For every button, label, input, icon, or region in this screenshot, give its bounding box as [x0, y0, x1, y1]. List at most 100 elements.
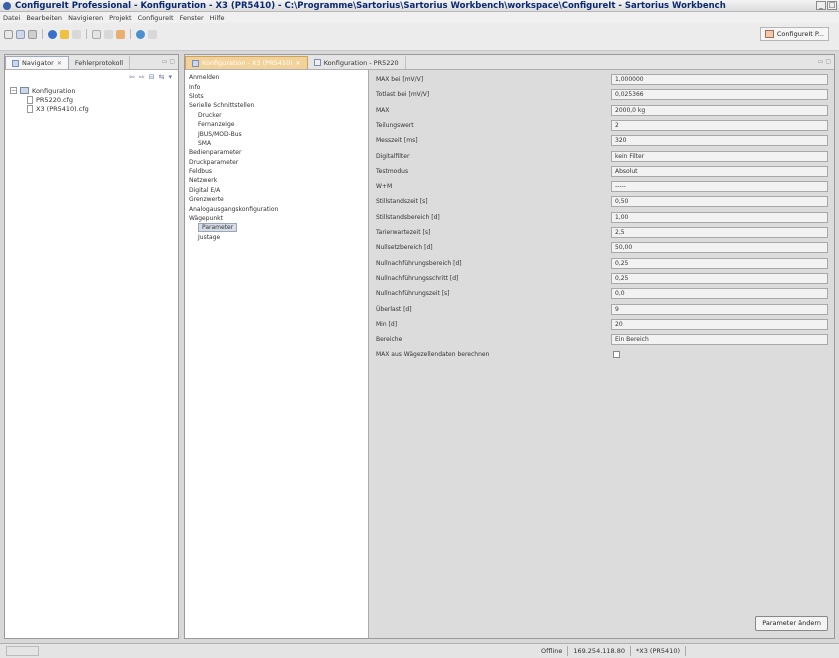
parameter-value-field[interactable]: 50,00: [611, 242, 828, 254]
outline-item[interactable]: Fernanzeige: [189, 120, 278, 129]
outline-item[interactable]: Grenzwerte: [189, 195, 278, 204]
link-editor-icon[interactable]: ⇆: [159, 73, 165, 81]
tab-fehlerprotokoll[interactable]: Fehlerprotokoll: [69, 56, 131, 69]
parameter-row: Überlast [d] 9: [376, 303, 828, 316]
file-icon: [27, 95, 33, 104]
outline-item[interactable]: Info: [189, 82, 278, 91]
paste-icon[interactable]: [116, 29, 125, 39]
perspective-switcher[interactable]: ConfigureIt P...: [759, 27, 829, 41]
outline-item[interactable]: SMA: [189, 139, 278, 148]
parameter-value-field[interactable]: Ein Bereich: [611, 334, 828, 346]
parameter-value-field[interactable]: 9: [611, 303, 828, 315]
outline-item[interactable]: Druckparameter: [189, 158, 278, 167]
parameter-label: Totlast bei [mV/V]: [376, 91, 430, 99]
menu-fenster[interactable]: Fenster: [180, 14, 204, 22]
outline-item[interactable]: Wägepunkt: [189, 214, 278, 223]
download-icon[interactable]: [72, 29, 81, 39]
parameter-value-field[interactable]: 0,025366: [611, 89, 828, 101]
collapse-all-icon[interactable]: ⊟: [149, 73, 155, 81]
menu-bar: Datei Bearbeiten Navigieren Projekt Conf…: [0, 12, 839, 23]
menu-projekt[interactable]: Projekt: [109, 14, 131, 22]
parameter-row: Messzeit [ms] 320: [376, 135, 828, 147]
parameter-value-field[interactable]: -----: [611, 181, 828, 193]
window-title: ConfigureIt Professional - Konfiguration…: [15, 0, 726, 11]
parameter-label: Nullnachführungszeit [s]: [376, 290, 450, 298]
parameter-value-field[interactable]: 320: [611, 135, 828, 147]
back-icon[interactable]: [148, 29, 157, 39]
parameter-row: Nullnachführungszeit [s] 0,0: [376, 288, 828, 300]
outline-item[interactable]: Feldbus: [189, 167, 278, 176]
editor-pane: Konfiguration - X3 (PR5410) ✕ Konfigurat…: [184, 54, 835, 639]
tree-root[interactable]: − Konfiguration: [10, 86, 89, 95]
parameter-value-field[interactable]: 2,5: [611, 227, 828, 238]
new-icon[interactable]: [4, 29, 13, 39]
tree-item-pr5220[interactable]: PR5220.cfg: [10, 95, 89, 104]
print-icon[interactable]: [28, 29, 37, 39]
parameter-value-field[interactable]: Absolut: [611, 165, 828, 177]
outline-item[interactable]: Analogausgangskonfiguration: [189, 204, 278, 213]
parameter-value-field[interactable]: 0,25: [611, 257, 828, 269]
forward-arrow-icon[interactable]: ⇨: [139, 73, 145, 81]
outline-item[interactable]: Anmelden: [189, 73, 278, 82]
copy-icon[interactable]: [92, 29, 101, 39]
parameter-value-field[interactable]: kein Filter: [611, 150, 828, 162]
parameter-label: Bereiche: [376, 336, 403, 344]
parameter-value-field[interactable]: 0,50: [611, 196, 828, 208]
outline-item[interactable]: Netzwerk: [189, 176, 278, 185]
expand-icon[interactable]: −: [10, 87, 17, 94]
parameter-value-field[interactable]: 1,00: [611, 211, 828, 223]
cut-icon[interactable]: [104, 29, 113, 39]
close-icon[interactable]: ✕: [296, 60, 301, 67]
outline-item[interactable]: Serielle Schnittstellen: [189, 101, 278, 110]
maximize-button[interactable]: □: [827, 1, 837, 10]
parameter-row: Testmodus Absolut: [376, 165, 828, 178]
parameter-value-field[interactable]: 20: [611, 318, 828, 330]
view-minmax-icon[interactable]: ▭ ▢: [162, 58, 175, 65]
parameter-value-field[interactable]: 0,25: [611, 272, 828, 284]
parameter-row: Nullnachführungsbereich [d] 0,25: [376, 257, 828, 270]
outline-item[interactable]: Parameter: [189, 223, 278, 233]
parameter-label: Nullsetzbereich [d]: [376, 244, 433, 252]
parameter-row: MAX aus Wägezellendaten berechnen: [376, 349, 828, 361]
tab-navigator[interactable]: Navigator ✕: [5, 56, 69, 69]
outline-item[interactable]: Drucker: [189, 111, 278, 120]
parameter-label: MAX bei [mV/V]: [376, 76, 424, 83]
outline-item[interactable]: Justage: [189, 233, 278, 242]
parameter-value-field[interactable]: 1,000000: [611, 74, 828, 85]
parameter-panel: MAX bei [mV/V] 1,000000 Totlast bei [mV/V]…: [370, 70, 834, 638]
status-ip: 169.254.118.80: [568, 646, 632, 656]
outline-item[interactable]: Digital E/A: [189, 186, 278, 195]
view-menu-icon[interactable]: ▾: [168, 73, 172, 81]
refresh-icon[interactable]: [136, 29, 145, 39]
upload-icon[interactable]: [60, 29, 69, 39]
parameter-row: W+M -----: [376, 181, 828, 193]
parameter-checkbox[interactable]: [613, 351, 620, 359]
tab-konfiguration-x3[interactable]: Konfiguration - X3 (PR5410) ✕: [185, 56, 308, 69]
document-icon: [192, 59, 199, 67]
apply-parameters-button[interactable]: Parameter ändern: [755, 616, 828, 631]
back-arrow-icon[interactable]: ⇦: [129, 73, 135, 81]
view-minmax-icon[interactable]: ▭ ▢: [818, 58, 831, 65]
outline-item[interactable]: JBUS/MOD-Bus: [189, 129, 278, 138]
save-icon[interactable]: [16, 29, 25, 39]
minimize-button[interactable]: _: [816, 1, 826, 10]
menu-datei[interactable]: Datei: [3, 14, 20, 22]
menu-navigieren[interactable]: Navigieren: [68, 14, 103, 22]
parameter-value-field[interactable]: 2: [611, 119, 828, 131]
file-icon: [27, 104, 33, 113]
outline-item[interactable]: Slots: [189, 92, 278, 101]
tab-konfiguration-pr5220[interactable]: Konfiguration - PR5220: [308, 56, 406, 69]
menu-hilfe[interactable]: Hilfe: [210, 14, 225, 22]
tree-item-x3[interactable]: X3 (PR5410).cfg: [10, 104, 89, 113]
outline-item[interactable]: Bedienparameter: [189, 148, 278, 157]
parameter-row: Digitalfilter kein Filter: [376, 150, 828, 163]
menu-configureit[interactable]: ConfigureIt: [138, 14, 174, 22]
parameter-label: Teilungswert: [376, 121, 414, 129]
parameter-value-field[interactable]: 2000,0 kg: [611, 104, 828, 116]
status-mode: Offline: [536, 646, 569, 656]
menu-bearbeiten[interactable]: Bearbeiten: [26, 14, 62, 22]
connect-icon[interactable]: [48, 29, 57, 39]
perspective-icon: [764, 30, 774, 38]
close-icon[interactable]: ✕: [57, 60, 62, 67]
parameter-value-field[interactable]: 0,0: [611, 288, 828, 300]
